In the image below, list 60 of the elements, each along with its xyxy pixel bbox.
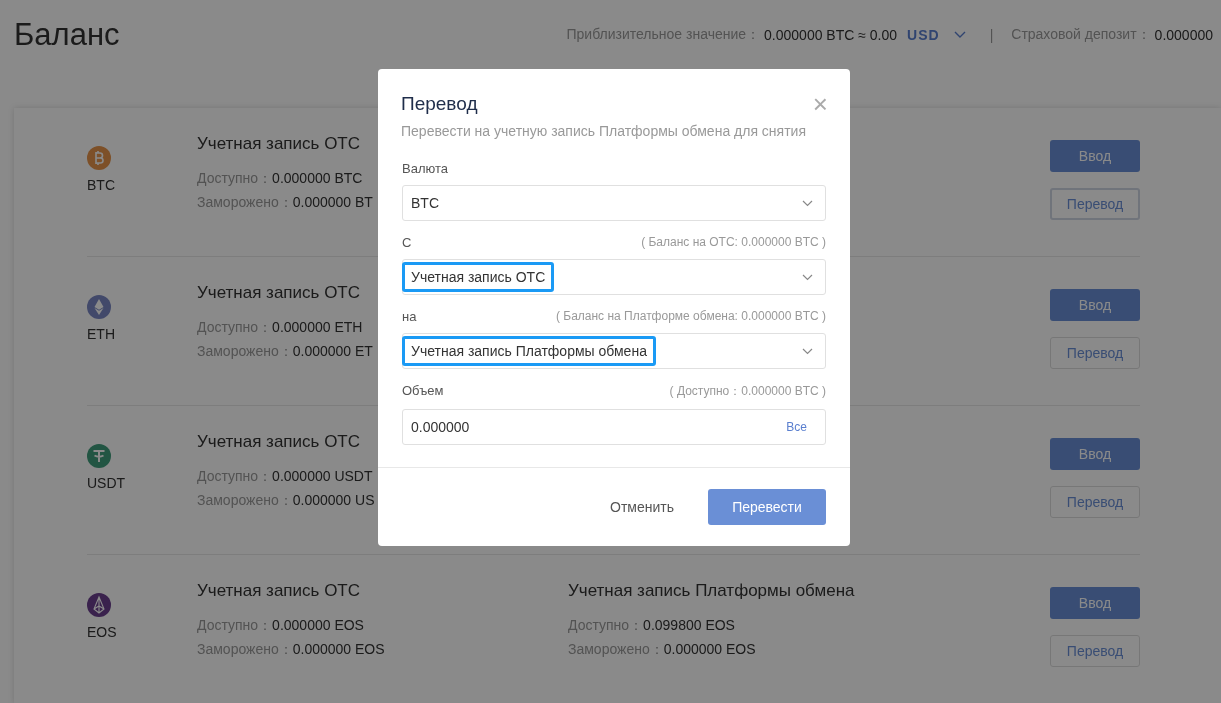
approx-value: 0.000000 BTC ≈ 0.00 [764,27,898,43]
field-hint: ( Баланс на OTC: 0.000000 BTC ) [641,235,826,250]
deposit-button[interactable]: Ввод [1050,438,1140,470]
tether-icon [87,444,111,468]
all-link[interactable]: Все [786,420,807,434]
coin-symbol: ETH [87,326,115,342]
available-amount: 0.000000 ETH [272,319,363,335]
deposit-button[interactable]: Ввод [1050,587,1140,619]
eos-icon [87,593,111,617]
available-amount: 0.000000 EOS [272,617,364,633]
select-field[interactable]: BTC [402,185,826,221]
amount-input[interactable]: 0.000000 [403,419,787,435]
field-label: С [402,235,412,250]
selected-value: Учетная запись OTC [402,262,555,292]
select-field[interactable]: Учетная запись Платформы обмена [402,333,826,369]
account-title: Учетная запись OTC [197,432,362,452]
selected-value: Учетная запись Платформы обмена [402,336,656,366]
field-label: Объем [402,383,444,400]
dialog-subtitle: Перевести на учетную запись Платформы обмена для снятия [400,122,807,141]
amount-field[interactable]: 0.000000 Все [402,409,826,445]
frozen-amount: 0.000000 EOS [292,641,385,657]
separator: | [989,27,994,43]
available-amount: 0.000000 BTC [272,170,363,186]
frozen-amount: 0.000000 EOS [663,641,756,657]
account-title: Учетная запись OTC [197,134,362,154]
field-label: на [402,309,417,324]
available-amount: 0.000000 USDT [272,468,373,484]
transfer-button[interactable]: Перевод [1050,337,1140,369]
bitcoin-icon [87,146,111,170]
transfer-button[interactable]: Перевод [1050,486,1140,518]
coin-symbol: EOS [87,624,117,640]
account-title: Учетная запись OTC [197,581,362,601]
deposit-button[interactable]: Ввод [1050,289,1140,321]
submit-button[interactable]: Перевести [708,489,826,525]
frozen-amount: 0.000000 BT [292,194,373,210]
coin-symbol: USDT [87,475,126,491]
selected-value: BTC [410,194,440,213]
account-title: Учетная запись OTC [197,283,362,303]
chevron-down-icon [802,199,813,207]
available-amount: 0.099800 EOS [643,617,735,633]
frozen-amount: 0.000000 US [292,492,375,508]
coin-symbol: BTC [87,177,115,193]
select-field[interactable]: Учетная запись OTC [402,259,826,295]
field-label: Валюта [402,161,448,176]
chevron-down-icon [802,273,813,281]
cancel-button[interactable]: Отменить [604,498,680,516]
close-button[interactable]: × [812,91,828,117]
deposit-button[interactable]: Ввод [1050,140,1140,172]
page-title: Баланс [14,17,120,53]
transfer-button[interactable]: Перевод [1050,188,1140,220]
dialog-title: Перевод [401,93,478,115]
chevron-down-icon [953,31,966,39]
field-hint: ( Доступно：0.000000 BTC ) [669,383,826,400]
transfer-button[interactable]: Перевод [1050,635,1140,667]
chevron-down-icon [802,347,813,355]
field-hint: ( Баланс на Платформе обмена: 0.000000 BTC ) [555,309,826,324]
currency-dropdown[interactable]: USD [901,27,972,43]
deposit-value: 0.000000 [1154,27,1213,43]
frozen-amount: 0.000000 ET [292,343,373,359]
account-title: Учетная запись Платформы обмена [568,581,856,601]
